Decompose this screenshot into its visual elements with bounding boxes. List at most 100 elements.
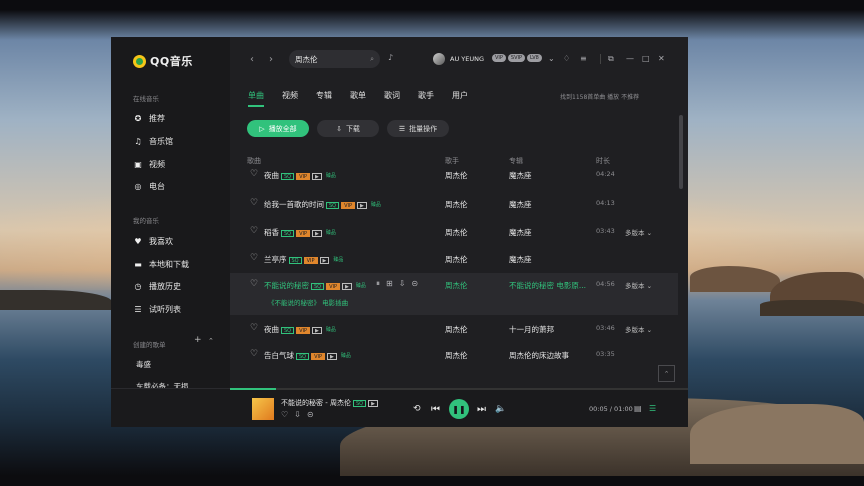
song-title[interactable]: 稻香 SQ VIP ▶ 臻品 bbox=[264, 227, 338, 238]
table-row[interactable]: ♡ 夜曲 SQ VIP ▶ 臻品 周杰伦 魔杰座 04:24 bbox=[230, 163, 678, 189]
song-subtitle[interactable]: 《不能说的秘密》 电影插曲 bbox=[268, 297, 348, 307]
table-row[interactable]: ♡ 告白气球 SQ VIP ▶ 臻品 周杰伦 周杰伦的床边故事 03:35 bbox=[230, 343, 678, 369]
app-logo[interactable]: QQ音乐 bbox=[133, 53, 193, 69]
sidebar-item-recommend[interactable]: ✪ 推荐 bbox=[133, 111, 165, 125]
heart-icon[interactable]: ♡ bbox=[281, 410, 288, 419]
back-to-top-icon[interactable]: ⌃ bbox=[658, 365, 675, 382]
loop-mode-icon[interactable]: ⟲ bbox=[413, 404, 421, 414]
song-album[interactable]: 魔杰座 bbox=[509, 170, 532, 181]
vip-tag: VIP bbox=[311, 352, 326, 360]
forward-arrow-icon[interactable]: › bbox=[269, 54, 273, 65]
song-title[interactable]: 给我一首歌的时间 SQ VIP ▶ 臻品 bbox=[264, 199, 383, 210]
multi-version-dropdown[interactable]: 多版本 ⌄ bbox=[625, 227, 652, 237]
heart-icon[interactable]: ♡ bbox=[250, 253, 258, 263]
song-album[interactable]: 十一月的萧邦 bbox=[509, 324, 554, 335]
song-album[interactable]: 魔杰座 bbox=[509, 199, 532, 210]
song-album[interactable]: 不能说的秘密 电影原... bbox=[509, 280, 586, 291]
tab-singers[interactable]: 歌手 bbox=[418, 90, 434, 107]
song-duration: 03:43 bbox=[596, 227, 615, 235]
download-button[interactable]: ⇩ 下载 bbox=[317, 120, 379, 137]
song-title[interactable]: 兰亭序 SQ VIP ▶ 臻品 bbox=[264, 254, 345, 265]
album-cover[interactable] bbox=[252, 398, 274, 420]
next-track-icon[interactable]: ⏭ bbox=[477, 404, 486, 415]
previous-track-icon[interactable]: ⏮ bbox=[431, 404, 440, 415]
table-row[interactable]: ♡ 夜曲 SQ VIP ▶ 臻品 周杰伦 十一月的萧邦 03:46 多版本 ⌄ bbox=[230, 317, 678, 343]
tab-playlists[interactable]: 歌单 bbox=[350, 90, 366, 107]
heart-icon[interactable]: ♡ bbox=[250, 226, 258, 236]
more-icon[interactable]: ⊝ bbox=[307, 410, 314, 419]
lyrics-icon[interactable]: ▤ bbox=[634, 404, 642, 413]
sidebar-item-trial-list[interactable]: ☰ 试听列表 bbox=[133, 302, 181, 316]
download-icon[interactable]: ⇩ bbox=[294, 410, 301, 419]
volume-icon[interactable]: 🔈 bbox=[495, 404, 506, 414]
heart-icon[interactable]: ♡ bbox=[250, 323, 258, 333]
playlist-item[interactable]: 毒盛 bbox=[136, 359, 151, 370]
heart-icon[interactable]: ♡ bbox=[250, 169, 258, 179]
maximize-icon[interactable]: □ bbox=[642, 54, 650, 63]
song-singer[interactable]: 周杰伦 bbox=[445, 254, 468, 265]
song-title[interactable]: 夜曲 SQ VIP ▶ 臻品 bbox=[264, 170, 338, 181]
minimize-icon[interactable]: — bbox=[626, 54, 634, 63]
back-arrow-icon[interactable]: ‹ bbox=[250, 54, 254, 65]
pause-button[interactable]: ❚❚ bbox=[449, 399, 469, 419]
close-icon[interactable]: ✕ bbox=[658, 54, 665, 63]
heart-icon[interactable]: ♡ bbox=[250, 349, 258, 359]
song-singer[interactable]: 周杰伦 bbox=[445, 227, 468, 238]
avatar[interactable] bbox=[433, 53, 445, 65]
table-row-hover[interactable]: ♡ 不能说的秘密 SQ VIP ▶ 臻品 ⏸ ⊞ ⇩ ⊝ 周杰伦 不能说的秘密 电影原.… bbox=[230, 273, 678, 315]
song-album[interactable]: 魔杰座 bbox=[509, 227, 532, 238]
more-icon[interactable]: ⊝ bbox=[411, 279, 418, 289]
heart-icon[interactable]: ♡ bbox=[250, 198, 258, 208]
microphone-icon[interactable]: ♪ bbox=[388, 53, 393, 62]
song-title[interactable]: 夜曲 SQ VIP ▶ 臻品 bbox=[264, 324, 338, 335]
username[interactable]: AU YEUNG bbox=[450, 55, 484, 63]
sidebar-item-video[interactable]: ▣ 视频 bbox=[133, 157, 165, 171]
chevron-down-icon[interactable]: ⌄ bbox=[548, 54, 555, 63]
search-box[interactable]: 周杰伦 ⌕ bbox=[289, 50, 380, 68]
pause-icon[interactable]: ⏸ bbox=[376, 279, 380, 289]
playback-progress[interactable] bbox=[230, 388, 688, 390]
vip-tag: VIP bbox=[296, 172, 311, 180]
tab-albums[interactable]: 专辑 bbox=[316, 90, 332, 107]
multi-version-dropdown[interactable]: 多版本 ⌄ bbox=[625, 280, 652, 290]
add-icon[interactable]: ⊞ bbox=[386, 279, 393, 289]
sidebar-item-history[interactable]: ◷ 播放历史 bbox=[133, 279, 182, 293]
menu-icon[interactable]: ≡ bbox=[580, 54, 587, 63]
song-title[interactable]: 不能说的秘密 SQ VIP ▶ 臻品 bbox=[264, 280, 368, 291]
skin-icon[interactable]: ♢ bbox=[563, 54, 570, 63]
batch-operation-button[interactable]: ☰ 批量操作 bbox=[387, 120, 449, 137]
heart-icon[interactable]: ♡ bbox=[250, 279, 258, 289]
song-singer[interactable]: 周杰伦 bbox=[445, 350, 468, 361]
playlist-icon[interactable]: ☰ bbox=[649, 404, 656, 413]
tab-songs[interactable]: 单曲 bbox=[248, 90, 264, 107]
sidebar-item-local-downloads[interactable]: ▬ 本地和下载 bbox=[133, 257, 189, 271]
download-icon[interactable]: ⇩ bbox=[399, 279, 406, 289]
search-icon[interactable]: ⌕ bbox=[370, 55, 374, 64]
song-album[interactable]: 魔杰座 bbox=[509, 254, 532, 265]
scrollbar[interactable] bbox=[679, 115, 683, 189]
song-album[interactable]: 周杰伦的床边故事 bbox=[509, 350, 569, 361]
tab-users[interactable]: 用户 bbox=[452, 90, 468, 107]
sidebar-item-favorites[interactable]: ♥ 我喜欢 bbox=[133, 234, 173, 248]
table-row[interactable]: ♡ 给我一首歌的时间 SQ VIP ▶ 臻品 周杰伦 魔杰座 04:13 bbox=[230, 192, 678, 218]
song-title[interactable]: 告白气球 SQ VIP ▶ 臻品 bbox=[264, 350, 353, 361]
song-singer[interactable]: 周杰伦 bbox=[445, 324, 468, 335]
play-all-button[interactable]: ▷ 播放全部 bbox=[247, 120, 309, 137]
song-singer[interactable]: 周杰伦 bbox=[445, 199, 468, 210]
chevron-up-icon[interactable]: ⌃ bbox=[208, 337, 214, 345]
song-singer[interactable]: 周杰伦 bbox=[445, 170, 468, 181]
song-singer[interactable]: 周杰伦 bbox=[445, 280, 468, 291]
sidebar-item-music-hall[interactable]: ♫ 音乐馆 bbox=[133, 134, 173, 148]
mini-mode-icon[interactable]: ⧉ bbox=[608, 54, 614, 64]
now-playing-title[interactable]: 不能说的秘密 - 周杰伦 SQ ▶ bbox=[281, 398, 378, 408]
search-input[interactable]: 周杰伦 bbox=[295, 54, 370, 65]
table-row[interactable]: ♡ 兰亭序 SQ VIP ▶ 臻品 周杰伦 魔杰座 bbox=[230, 247, 678, 273]
vip-badges[interactable]: VIP SVIP LV8 bbox=[492, 54, 542, 62]
add-playlist-icon[interactable]: + bbox=[194, 335, 202, 345]
tab-videos[interactable]: 视频 bbox=[282, 90, 298, 107]
multi-version-dropdown[interactable]: 多版本 ⌄ bbox=[625, 324, 652, 334]
sidebar-item-radio[interactable]: ◎ 电台 bbox=[133, 179, 166, 193]
table-row[interactable]: ♡ 稻香 SQ VIP ▶ 臻品 周杰伦 魔杰座 03:43 多版本 ⌄ bbox=[230, 220, 678, 246]
tab-lyrics[interactable]: 歌词 bbox=[384, 90, 400, 107]
main-content: ‹ › 周杰伦 ⌕ ♪ AU YEUNG VIP SVIP LV8 ⌄ ♢ ≡ … bbox=[230, 37, 688, 388]
